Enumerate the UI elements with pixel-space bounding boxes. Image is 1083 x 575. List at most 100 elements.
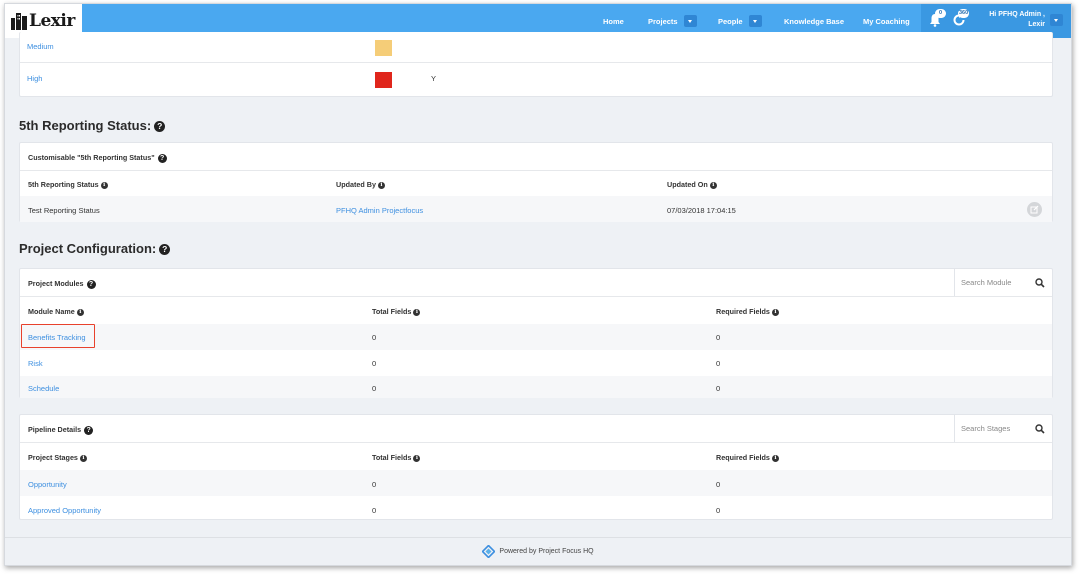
pipeline-panel-title: Pipeline Details?	[28, 425, 94, 435]
priority-panel: Medium High Y	[19, 32, 1053, 97]
stage-link-approved-opportunity[interactable]: Approved Opportunity	[28, 506, 101, 515]
required-fields-value: 0	[716, 359, 721, 368]
search-stages-input[interactable]	[961, 415, 1031, 442]
search-icon[interactable]	[1035, 423, 1045, 434]
search-icon[interactable]	[1035, 277, 1045, 288]
total-fields-value: 0	[372, 359, 377, 368]
help-icon[interactable]: ?	[86, 279, 96, 289]
buildings-logo-icon	[11, 13, 27, 30]
search-module-input[interactable]	[961, 269, 1031, 296]
modules-panel-title-text: Project Modules	[28, 279, 84, 288]
updates-badge: 360	[958, 9, 970, 18]
col-header-reporting-status: 5th Reporting Status i	[28, 180, 108, 189]
footer: Powered by Project Focus HQ	[5, 537, 1071, 565]
module-search	[954, 269, 1052, 296]
total-fields-value: 0	[372, 384, 377, 393]
divider	[20, 62, 1052, 63]
help-icon[interactable]: ?	[157, 153, 167, 163]
app-window: Lexir Home Projects People Knowledge Bas…	[4, 3, 1072, 566]
nav-projects-label: Projects	[648, 16, 678, 26]
updated-on-value: 07/03/2018 17:04:15	[667, 206, 736, 215]
nav-people-label: People	[718, 16, 743, 26]
edit-button[interactable]	[1027, 202, 1042, 217]
help-icon[interactable]: ?	[84, 425, 94, 435]
required-fields-value: 0	[716, 384, 721, 393]
project-modules-panel: Project Modules? Module Namei Total Fiel…	[19, 268, 1053, 398]
col-header-total-fields: Total Fields i	[372, 307, 421, 316]
nav-home-label: Home	[603, 16, 624, 26]
module-link-schedule[interactable]: Schedule	[28, 384, 59, 393]
projects-dropdown-icon[interactable]	[683, 15, 697, 27]
info-icon[interactable]: i	[100, 181, 108, 189]
reporting-section-title: 5th Reporting Status:?	[19, 118, 166, 133]
col-header-label: Required Fields	[716, 307, 770, 316]
col-header-updated-on: Updated On i	[667, 180, 717, 189]
table-row	[20, 196, 1052, 222]
required-fields-value: 0	[716, 480, 721, 489]
info-icon[interactable]: i	[377, 181, 385, 189]
col-header-label: Total Fields	[372, 453, 412, 462]
people-dropdown-icon[interactable]	[748, 15, 762, 27]
info-icon[interactable]: i	[76, 308, 84, 316]
col-header-required-fields: Required Fields i	[716, 307, 779, 316]
modules-panel-header: Project Modules?	[20, 269, 1052, 296]
updated-by-link[interactable]: PFHQ Admin Projectfocus	[336, 206, 423, 215]
col-header-label: Updated By	[336, 180, 376, 189]
col-header-project-stages: Project Stages i	[28, 453, 87, 462]
table-row	[20, 324, 1052, 350]
notifications-badge: 0	[935, 9, 946, 18]
pipeline-panel-header: Pipeline Details?	[20, 415, 1052, 442]
info-icon[interactable]: i	[413, 454, 421, 462]
high-color-swatch	[375, 72, 392, 88]
total-fields-value: 0	[372, 480, 377, 489]
divider	[20, 296, 1052, 297]
nav-my-coaching-label: My Coaching	[863, 16, 910, 26]
stage-search	[954, 415, 1052, 442]
col-header-updated-by: Updated By i	[336, 180, 385, 189]
project-focus-logo-icon	[482, 545, 496, 558]
table-row	[20, 470, 1052, 496]
help-icon[interactable]: ?	[154, 121, 166, 133]
priority-medium-link[interactable]: Medium	[27, 42, 54, 51]
reporting-panel: Customisable "5th Reporting Status"? 5th…	[19, 142, 1053, 222]
col-header-label: Updated On	[667, 180, 708, 189]
required-fields-value: 0	[716, 506, 721, 515]
col-header-label: Required Fields	[716, 453, 770, 462]
info-icon[interactable]: i	[771, 454, 779, 462]
reporting-panel-title-text: Customisable "5th Reporting Status"	[28, 153, 155, 162]
divider	[20, 170, 1052, 171]
col-header-label: Project Stages	[28, 453, 78, 462]
info-icon[interactable]: i	[709, 181, 717, 189]
user-dropdown-icon[interactable]	[1050, 14, 1063, 26]
configuration-section-title: Project Configuration:?	[19, 241, 171, 256]
info-icon[interactable]: i	[771, 308, 779, 316]
col-header-total-fields: Total Fields i	[372, 453, 421, 462]
high-value: Y	[431, 74, 437, 83]
user-greeting-line1: Hi PFHQ Admin ,	[989, 11, 1045, 18]
col-header-label: Module Name	[28, 307, 75, 316]
total-fields-value: 0	[372, 333, 377, 342]
help-icon[interactable]: ?	[159, 244, 171, 256]
info-icon[interactable]: i	[79, 454, 87, 462]
stage-link-opportunity[interactable]: Opportunity	[28, 480, 67, 489]
reporting-panel-title: Customisable "5th Reporting Status"?	[28, 153, 167, 163]
edit-icon	[1030, 205, 1039, 214]
user-greeting[interactable]: Hi PFHQ Admin , Lexir	[989, 10, 1045, 30]
col-header-label: 5th Reporting Status	[28, 180, 99, 189]
col-header-module-name: Module Name i	[28, 307, 84, 316]
pipeline-details-panel: Pipeline Details? Project Stagesi Total …	[19, 414, 1053, 520]
reporting-status-value: Test Reporting Status	[28, 206, 100, 215]
reporting-section-title-text: 5th Reporting Status:	[19, 118, 152, 133]
required-fields-value: 0	[716, 333, 721, 342]
footer-text: Powered by Project Focus HQ	[499, 548, 594, 555]
info-icon[interactable]: i	[413, 308, 421, 316]
table-row	[20, 376, 1052, 398]
col-header-required-fields: Required Fields i	[716, 453, 779, 462]
pipeline-panel-title-text: Pipeline Details	[28, 425, 82, 434]
module-link-risk[interactable]: Risk	[28, 359, 43, 368]
medium-color-swatch	[375, 40, 392, 56]
priority-high-link[interactable]: High	[27, 74, 42, 83]
configuration-section-title-text: Project Configuration:	[19, 241, 157, 256]
modules-panel-title: Project Modules?	[28, 279, 96, 289]
total-fields-value: 0	[372, 506, 377, 515]
